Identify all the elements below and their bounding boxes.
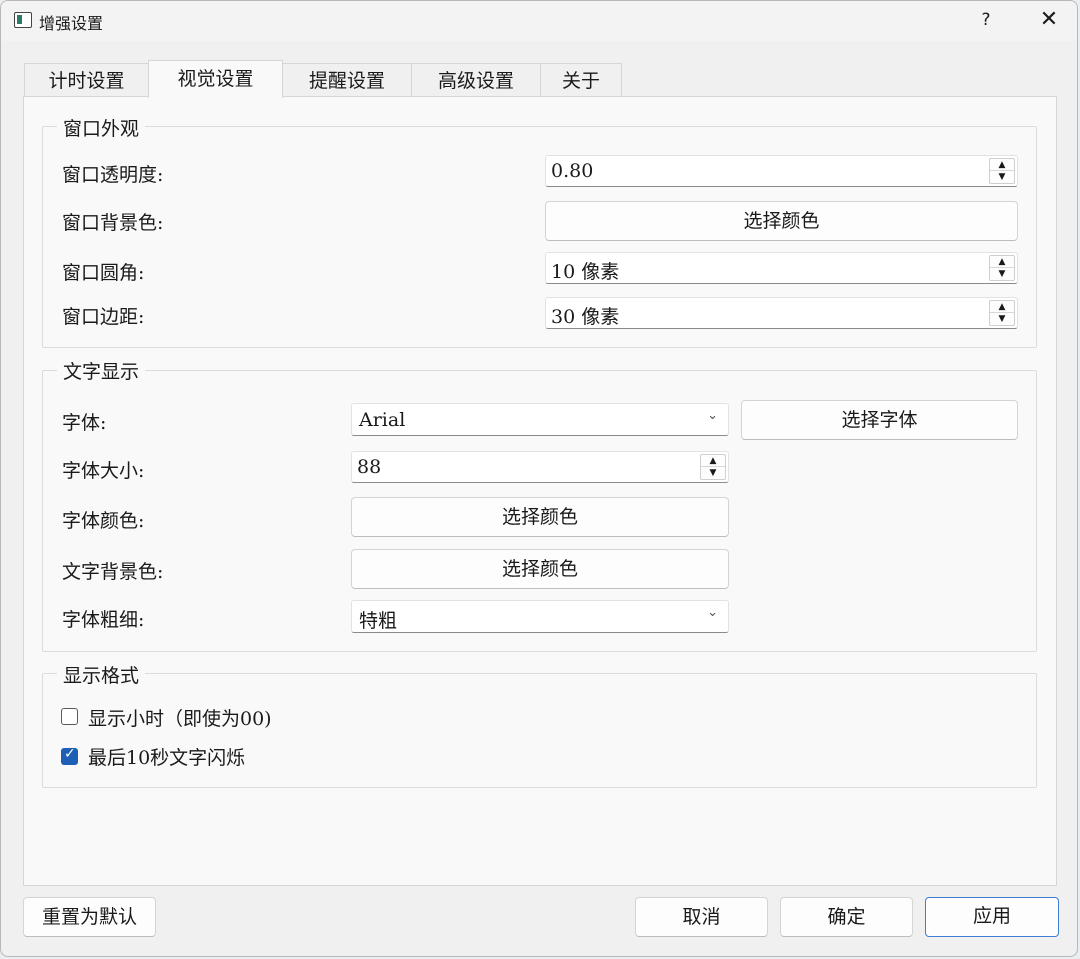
margin-spin-arrows[interactable]: ▲ ▼ bbox=[989, 300, 1015, 326]
font-label: 字体: bbox=[62, 412, 107, 434]
font-weight-label: 字体粗细: bbox=[62, 609, 145, 631]
font-size-spin-arrows[interactable]: ▲ ▼ bbox=[700, 454, 726, 480]
settings-dialog: 增强设置 ? ✕ 计时设置 视觉设置 提醒设置 高级设置 关于 窗口外观 窗口透… bbox=[0, 0, 1078, 957]
margin-value: 30 像素 bbox=[551, 306, 620, 328]
blink-checkbox[interactable] bbox=[61, 746, 78, 765]
chevron-down-icon[interactable]: ⌄ bbox=[707, 408, 718, 423]
group-title-format: 显示格式 bbox=[57, 661, 146, 688]
font-color-label: 字体颜色: bbox=[62, 510, 145, 532]
font-value: Arial bbox=[359, 409, 406, 431]
app-icon bbox=[14, 12, 32, 28]
spin-down-icon[interactable]: ▼ bbox=[701, 467, 725, 479]
title-bar: 增强设置 ? ✕ bbox=[1, 1, 1077, 41]
group-title-appearance: 窗口外观 bbox=[57, 114, 146, 141]
opacity-spin-arrows[interactable]: ▲ ▼ bbox=[989, 158, 1015, 184]
show-hours-checkbox[interactable] bbox=[61, 708, 78, 725]
radius-value: 10 像素 bbox=[551, 261, 620, 283]
font-size-value: 88 bbox=[357, 456, 382, 478]
spin-up-icon[interactable]: ▲ bbox=[990, 159, 1014, 171]
window-title: 增强设置 bbox=[39, 14, 104, 33]
font-combobox[interactable]: Arial ⌄ bbox=[351, 403, 729, 436]
group-title-text: 文字显示 bbox=[57, 357, 146, 384]
blink-label[interactable]: 最后10秒文字闪烁 bbox=[88, 743, 245, 770]
window-bg-color-button[interactable]: 选择颜色 bbox=[545, 201, 1018, 241]
cancel-button[interactable]: 取消 bbox=[635, 897, 768, 937]
font-weight-value: 特粗 bbox=[359, 610, 398, 632]
margin-label: 窗口边距: bbox=[62, 306, 145, 328]
spin-up-icon[interactable]: ▲ bbox=[701, 455, 725, 467]
font-size-label: 字体大小: bbox=[62, 460, 145, 482]
tab-advanced[interactable]: 高级设置 bbox=[411, 63, 541, 97]
spin-down-icon[interactable]: ▼ bbox=[990, 313, 1014, 325]
spin-down-icon[interactable]: ▼ bbox=[990, 171, 1014, 183]
help-button[interactable]: ? bbox=[976, 10, 996, 32]
radius-label: 窗口圆角: bbox=[62, 262, 145, 284]
text-bg-label: 文字背景色: bbox=[62, 561, 164, 583]
tab-timing[interactable]: 计时设置 bbox=[24, 63, 149, 97]
font-weight-combobox[interactable]: 特粗 ⌄ bbox=[351, 600, 729, 633]
font-color-button[interactable]: 选择颜色 bbox=[351, 497, 729, 537]
text-bg-color-button[interactable]: 选择颜色 bbox=[351, 549, 729, 589]
radius-spin-arrows[interactable]: ▲ ▼ bbox=[989, 255, 1015, 281]
apply-button[interactable]: 应用 bbox=[925, 897, 1059, 937]
spin-up-icon[interactable]: ▲ bbox=[990, 301, 1014, 313]
choose-font-button[interactable]: 选择字体 bbox=[741, 400, 1018, 440]
tab-visual[interactable]: 视觉设置 bbox=[148, 60, 283, 98]
show-hours-label[interactable]: 显示小时（即使为00) bbox=[88, 704, 272, 731]
opacity-label: 窗口透明度: bbox=[62, 164, 164, 186]
font-size-spinbox[interactable]: 88 ▲ ▼ bbox=[351, 451, 729, 483]
bg-color-label: 窗口背景色: bbox=[62, 212, 164, 234]
tab-panel-visual: 窗口外观 窗口透明度: 0.80 ▲ ▼ 窗口背景色: 选择颜色 窗口圆角: 1… bbox=[23, 96, 1057, 886]
chevron-down-icon[interactable]: ⌄ bbox=[707, 605, 718, 620]
opacity-spinbox[interactable]: 0.80 ▲ ▼ bbox=[545, 155, 1018, 187]
close-icon[interactable]: ✕ bbox=[1036, 7, 1062, 33]
spin-down-icon[interactable]: ▼ bbox=[990, 268, 1014, 280]
tab-about[interactable]: 关于 bbox=[540, 63, 622, 97]
tab-reminder[interactable]: 提醒设置 bbox=[282, 63, 412, 97]
spin-up-icon[interactable]: ▲ bbox=[990, 256, 1014, 268]
reset-default-button[interactable]: 重置为默认 bbox=[23, 897, 156, 937]
opacity-value: 0.80 bbox=[551, 160, 594, 182]
ok-button[interactable]: 确定 bbox=[780, 897, 913, 937]
margin-spinbox[interactable]: 30 像素 ▲ ▼ bbox=[545, 297, 1018, 329]
radius-spinbox[interactable]: 10 像素 ▲ ▼ bbox=[545, 252, 1018, 284]
